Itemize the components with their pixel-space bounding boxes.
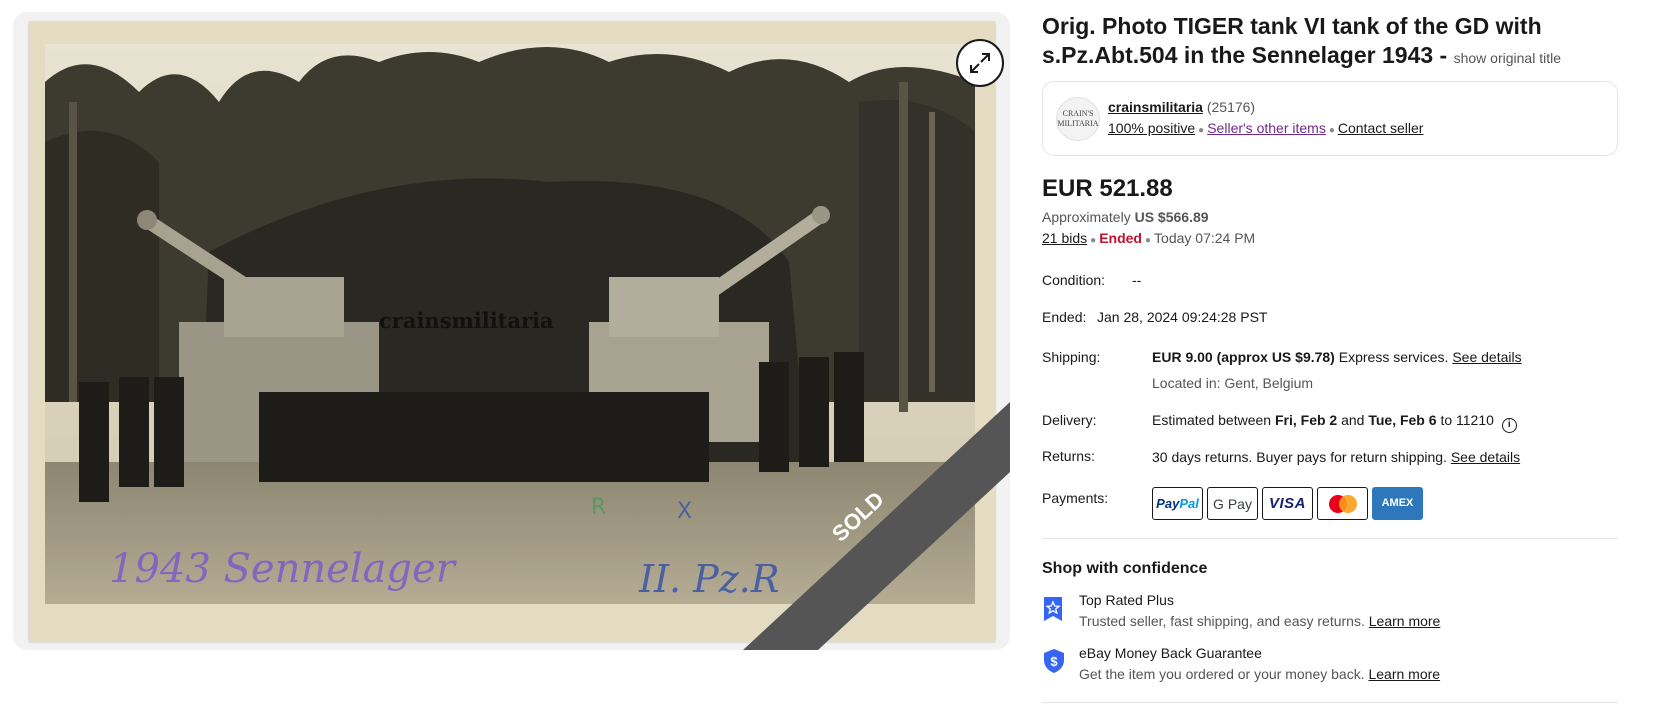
seller-name-link[interactable]: crainsmilitaria (1108, 99, 1203, 115)
money-back-title: eBay Money Back Guarantee (1079, 645, 1262, 661)
bids-row: 21 bids ● Ended ● Today 07:24 PM (1042, 230, 1255, 246)
visa-logo: VISA (1262, 487, 1313, 520)
price: EUR 521.88 (1042, 175, 1173, 202)
top-rated-learn-more-link[interactable]: Learn more (1369, 613, 1441, 629)
approx-price: Approximately US $566.89 (1042, 209, 1209, 225)
listing-title: Orig. Photo TIGER tank VI tank of the GD… (1042, 12, 1602, 73)
shop-with-confidence-title: Shop with confidence (1042, 560, 1208, 577)
seller-links: 100% positive ● Seller's other items ● Conta… (1108, 120, 1423, 136)
shipping-label: Shipping: (1042, 349, 1101, 365)
seller-card: CRAIN'S MILITARIA crainsmilitaria (25176… (1042, 81, 1618, 156)
shipping-value: EUR 9.00 (approx US $9.78) Express servi… (1152, 349, 1522, 365)
separator-dot: ● (1198, 125, 1205, 136)
top-rated-plus-title: Top Rated Plus (1079, 592, 1174, 608)
seller-feedback-count: (25176) (1206, 99, 1256, 115)
expand-image-button[interactable] (956, 39, 1004, 87)
photo-watermark: crainsmilitaria (379, 308, 554, 333)
returns-value: 30 days returns. Buyer pays for return s… (1152, 449, 1520, 465)
delivery-start: Fri, Feb 2 (1274, 412, 1338, 428)
tank-photo-illustration: crainsmilitaria 1943 Sennelager II. Pz.R… (29, 22, 995, 642)
divider (1042, 538, 1618, 539)
delivery-suffix: to 11210 (1440, 412, 1494, 428)
item-location: Located in: Gent, Belgium (1152, 375, 1314, 391)
badge-star-icon (1044, 597, 1062, 621)
google-pay-logo: G Pay (1207, 487, 1258, 520)
money-back-desc: Get the item you ordered or your money b… (1079, 666, 1440, 682)
top-rated-plus-text: Trusted seller, fast shipping, and easy … (1079, 613, 1365, 629)
shipping-price: EUR 9.00 (approx US $9.78) (1152, 349, 1335, 365)
seller-logo-line1: CRAIN'S (1062, 109, 1094, 118)
condition-value: -- (1132, 272, 1142, 288)
listing-photo[interactable]: crainsmilitaria 1943 Sennelager II. Pz.R… (29, 22, 995, 642)
expand-icon (970, 53, 990, 73)
divider (1042, 702, 1618, 703)
mastercard-logo (1317, 487, 1368, 520)
money-back-learn-more-link[interactable]: Learn more (1368, 666, 1440, 682)
svg-text:R: R (591, 495, 606, 520)
delivery-prefix: Estimated between (1152, 412, 1272, 428)
delivery-label: Delivery: (1042, 412, 1097, 428)
svg-text:$: $ (1050, 654, 1058, 669)
shield-dollar-icon: $ (1044, 649, 1064, 673)
ended-status: Ended (1099, 230, 1142, 246)
approx-label: Approximately (1042, 209, 1131, 225)
paypal-logo: Pay Pal (1152, 487, 1203, 520)
returns-see-details-link[interactable]: See details (1451, 449, 1520, 465)
shipping-service: Express services. (1338, 349, 1449, 365)
approx-value: US $566.89 (1134, 209, 1209, 225)
separator-dot: ● (1328, 125, 1335, 136)
info-icon[interactable]: i (1501, 418, 1517, 433)
separator-dot: ● (1144, 235, 1152, 246)
returns-label: Returns: (1042, 448, 1095, 464)
seller-other-items-link[interactable]: Seller's other items (1207, 120, 1326, 136)
ended-label: Ended: (1042, 309, 1087, 325)
delivery-end: Tue, Feb 6 (1368, 412, 1437, 428)
photo-caption-right: II. Pz.R (638, 557, 779, 601)
photo-caption-left: 1943 Sennelager (109, 546, 458, 592)
show-original-title-link[interactable]: show original title (1454, 50, 1561, 66)
svg-text:X: X (677, 499, 692, 524)
seller-name-row: crainsmilitaria (25176) (1108, 99, 1255, 115)
payments-label: Payments: (1042, 490, 1109, 506)
seller-logo[interactable]: CRAIN'S MILITARIA (1056, 97, 1100, 141)
delivery-and: and (1341, 412, 1365, 428)
separator-dot: ● (1090, 235, 1097, 246)
bids-link[interactable]: 21 bids (1042, 230, 1087, 246)
contact-seller-link[interactable]: Contact seller (1338, 120, 1424, 136)
top-rated-plus-desc: Trusted seller, fast shipping, and easy … (1079, 613, 1440, 629)
condition-label: Condition: (1042, 272, 1106, 288)
image-gallery[interactable]: crainsmilitaria 1943 Sennelager II. Pz.R… (13, 12, 1010, 650)
ended-time: Today 07:24 PM (1154, 230, 1256, 246)
money-back-text: Get the item you ordered or your money b… (1079, 666, 1365, 682)
shipping-see-details-link[interactable]: See details (1452, 349, 1521, 365)
ended-value: Jan 28, 2024 09:24:28 PST (1097, 309, 1268, 325)
payment-methods: Pay Pal G Pay VISA AMEX (1152, 487, 1423, 520)
delivery-value: Estimated between Fri, Feb 2 and Tue, Fe… (1152, 412, 1517, 433)
seller-logo-line2: MILITARIA (1057, 119, 1099, 128)
seller-positive-link[interactable]: 100% positive (1108, 120, 1195, 136)
amex-logo: AMEX (1372, 487, 1423, 520)
returns-text: 30 days returns. Buyer pays for return s… (1152, 449, 1447, 465)
